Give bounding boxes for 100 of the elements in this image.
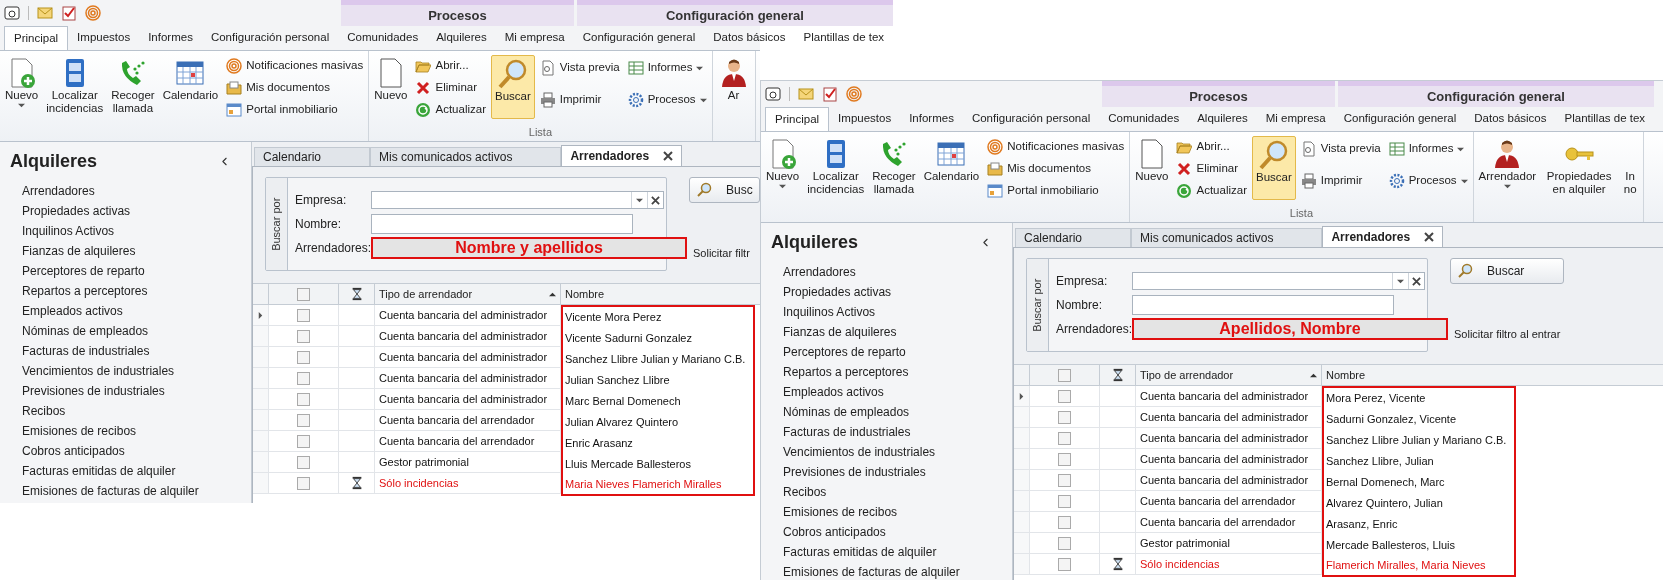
- sidebar-item[interactable]: Emisiones de facturas de alquiler: [22, 481, 199, 501]
- column-header[interactable]: [339, 284, 375, 305]
- checkbox[interactable]: [1058, 389, 1071, 403]
- ribbon-button[interactable]: Recoger llamada: [108, 55, 158, 119]
- sidebar-item[interactable]: Vencimientos de industriales: [783, 442, 936, 462]
- sidebar-item[interactable]: Cobros anticipados: [22, 441, 125, 461]
- sidebar-item[interactable]: Facturas emitidas de alquiler: [783, 542, 937, 562]
- ribbon-button[interactable]: Nuevo: [2, 55, 42, 119]
- filter-option[interactable]: Solicitar filtr: [693, 245, 750, 262]
- ribbon-button[interactable]: In no: [1619, 136, 1642, 200]
- clear-icon[interactable]: [647, 192, 663, 208]
- sidebar-item[interactable]: Emisiones de recibos: [783, 502, 898, 522]
- sidebar-item[interactable]: Recibos: [783, 482, 827, 502]
- ribbon-tab[interactable]: Alquileres: [1188, 107, 1257, 131]
- ribbon-button[interactable]: Localizar incidencias: [804, 136, 868, 200]
- ribbon-small-button[interactable]: Notificaciones masivas: [987, 138, 1125, 156]
- checkbox[interactable]: [297, 434, 310, 448]
- sidebar-item[interactable]: Fianzas de alquileres: [783, 322, 897, 342]
- ribbon-small-button[interactable]: Eliminar: [1176, 160, 1247, 178]
- document-tab[interactable]: Calendario: [254, 147, 371, 166]
- ribbon-small-button[interactable]: Actualizar: [1176, 182, 1247, 200]
- document-tab[interactable]: Calendario: [1015, 228, 1132, 247]
- checkbox[interactable]: [1058, 494, 1071, 508]
- ribbon-tab[interactable]: Datos básicos: [704, 26, 795, 50]
- ribbon-tab[interactable]: Alquileres: [427, 26, 496, 50]
- row-header[interactable]: [253, 305, 269, 326]
- ribbon-small-button[interactable]: Vista previa: [1300, 138, 1381, 160]
- ribbon-button[interactable]: Localizar incidencias: [43, 55, 107, 119]
- combo-field[interactable]: [371, 191, 664, 209]
- sidebar-item[interactable]: Perceptores de reparto: [783, 342, 906, 362]
- checkbox[interactable]: [1058, 536, 1071, 550]
- filter-option[interactable]: Solicitar filtro al entrar: [1454, 326, 1561, 343]
- column-header[interactable]: Tipo de arrendador: [375, 284, 561, 305]
- checkbox[interactable]: [1058, 368, 1071, 382]
- sidebar-item[interactable]: Emisiones de recibos: [22, 421, 137, 441]
- sidebar-item[interactable]: Facturas emitidas de alquiler: [22, 461, 176, 481]
- search-button[interactable]: Buscar: [1450, 258, 1564, 284]
- option-selector[interactable]: Nombre y apellidos: [371, 237, 687, 259]
- ribbon-tab[interactable]: Datos básicos: [1465, 107, 1556, 131]
- option-selector[interactable]: Apellidos, Nombre: [1132, 318, 1448, 340]
- ribbon-small-button[interactable]: Procesos: [1388, 170, 1468, 192]
- ribbon-small-button[interactable]: Mis documentos: [226, 79, 364, 97]
- sidebar-item[interactable]: Nóminas de empleados: [22, 321, 149, 341]
- ribbon-tab[interactable]: Impuestos: [68, 26, 140, 50]
- document-tab[interactable]: Arrendadores: [1322, 226, 1444, 247]
- ribbon-small-button[interactable]: Vista previa: [539, 57, 620, 79]
- sidebar-item[interactable]: Repartos a perceptores: [22, 281, 148, 301]
- ribbon-small-button[interactable]: Eliminar: [415, 79, 486, 97]
- ribbon-small-button[interactable]: Mis documentos: [987, 160, 1125, 178]
- ribbon-button[interactable]: Propiedades en alquiler: [1541, 136, 1618, 200]
- ribbon-button[interactable]: Arrendador: [1475, 136, 1540, 200]
- checkbox[interactable]: [297, 413, 310, 427]
- sidebar-item[interactable]: Facturas de industriales: [783, 422, 911, 442]
- checkbox[interactable]: [1058, 515, 1071, 529]
- ribbon-tab[interactable]: Configuración general: [1334, 107, 1466, 131]
- ribbon-button[interactable]: Ar: [714, 55, 753, 119]
- sidebar-item[interactable]: Arrendadores: [22, 181, 95, 201]
- checkbox[interactable]: [1058, 473, 1071, 487]
- column-header[interactable]: Nombre: [1322, 365, 1663, 386]
- ribbon-button[interactable]: Nuevo: [763, 136, 803, 200]
- ribbon-small-button[interactable]: Imprimir: [1300, 170, 1381, 192]
- checkbox[interactable]: [297, 476, 310, 490]
- sidebar-item[interactable]: Perceptores de reparto: [22, 261, 145, 281]
- checkbox[interactable]: [297, 455, 310, 469]
- ribbon-tab[interactable]: Plantillas de tex: [794, 26, 894, 50]
- ribbon-small-button[interactable]: Informes: [1388, 138, 1468, 160]
- sidebar-item[interactable]: Empleados activos: [22, 301, 123, 321]
- sidebar-item[interactable]: Arrendadores: [783, 262, 856, 282]
- sidebar-item[interactable]: Cobros anticipados: [783, 522, 886, 542]
- ribbon-small-button[interactable]: Procesos: [627, 89, 707, 111]
- sidebar-item[interactable]: Previsiones de industriales: [783, 462, 926, 482]
- ribbon-small-button[interactable]: Portal inmobiliario: [987, 182, 1125, 200]
- sidebar-item[interactable]: Empleados activos: [783, 382, 884, 402]
- checkbox[interactable]: [297, 287, 310, 301]
- checkbox[interactable]: [297, 371, 310, 385]
- checkbox[interactable]: [1058, 452, 1071, 466]
- sidebar-item[interactable]: Emisiones de facturas de alquiler: [783, 562, 960, 580]
- ribbon-tab[interactable]: Plantillas de tex: [1555, 107, 1655, 131]
- ribbon-button[interactable]: Calendario: [920, 136, 983, 200]
- ribbon-tab[interactable]: Mi empresa: [495, 26, 574, 50]
- ribbon-tab[interactable]: Configuración personal: [962, 107, 1100, 131]
- column-header[interactable]: Nombre: [561, 284, 760, 305]
- sidebar-item[interactable]: Propiedades activas: [783, 282, 892, 302]
- input-field[interactable]: [1132, 295, 1394, 315]
- ribbon-small-button[interactable]: Notificaciones masivas: [226, 57, 364, 75]
- ribbon-tab[interactable]: Mi empresa: [1256, 107, 1335, 131]
- checkbox[interactable]: [297, 329, 310, 343]
- ribbon-small-button[interactable]: Informes: [627, 57, 707, 79]
- ribbon-tab[interactable]: Informes: [900, 107, 963, 131]
- search-button[interactable]: Busc: [689, 177, 760, 203]
- ribbon-tab[interactable]: Configuración personal: [201, 26, 339, 50]
- ribbon-button[interactable]: Nuevo: [371, 55, 411, 119]
- ribbon-tab[interactable]: Comunidades: [338, 26, 428, 50]
- sidebar-item[interactable]: Inquilinos Activos: [783, 302, 876, 322]
- sidebar-item[interactable]: Facturas de industriales: [22, 341, 150, 361]
- ribbon-small-button[interactable]: Imprimir: [539, 89, 620, 111]
- sidebar-item[interactable]: Nóminas de empleados: [783, 402, 910, 422]
- ribbon-button[interactable]: Nuevo: [1132, 136, 1172, 200]
- checkbox[interactable]: [1058, 431, 1071, 445]
- input-field[interactable]: [371, 214, 633, 234]
